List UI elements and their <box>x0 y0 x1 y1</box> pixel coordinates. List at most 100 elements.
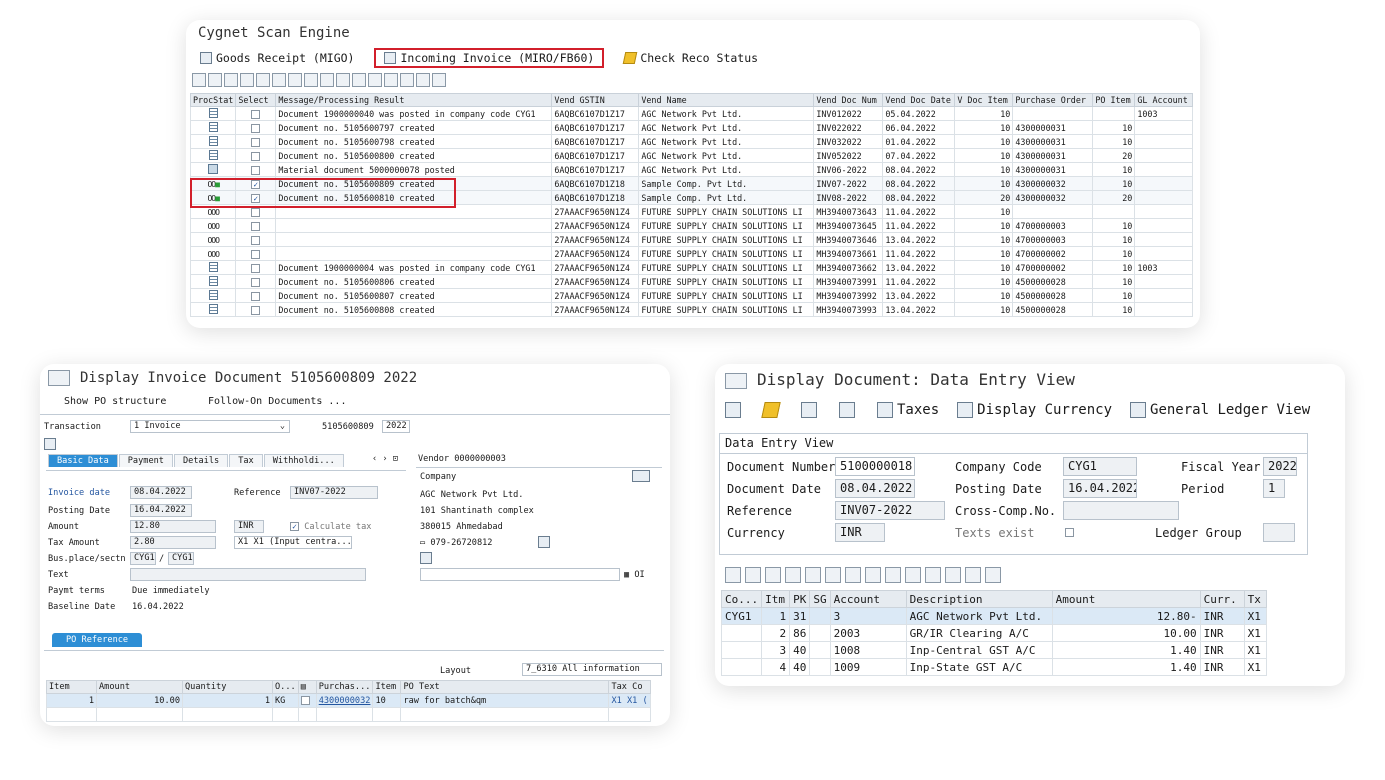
period-field[interactable]: 1 <box>1263 479 1285 498</box>
col-purchase-order[interactable]: Purchase Order <box>1012 93 1094 107</box>
posting-date-field[interactable]: 16.04.2022 <box>130 504 192 517</box>
bank-icon[interactable] <box>420 552 432 564</box>
select-checkbox[interactable] <box>251 165 261 175</box>
table-row[interactable]: 4 40 1009 Inp-State GST A/C 1.40 INR X1 <box>720 658 1267 676</box>
tab-basic-data[interactable]: Basic Data <box>48 454 118 467</box>
select-checkbox[interactable] <box>251 305 261 315</box>
tab-po-reference[interactable]: PO Reference <box>52 633 143 647</box>
document-icon[interactable] <box>208 149 218 160</box>
select-checkbox[interactable] <box>251 291 261 301</box>
document-icon[interactable] <box>208 121 218 132</box>
table-row[interactable]: OOO 27AAACF9650N1Z4 FUTURE SUPPLY CHAIN SO… <box>189 246 1194 261</box>
sum-icon[interactable] <box>845 567 861 583</box>
select-checkbox[interactable] <box>251 207 261 217</box>
export-icon[interactable] <box>925 567 941 583</box>
sort-asc-icon[interactable] <box>256 73 270 87</box>
print-icon[interactable] <box>368 73 382 87</box>
document-number-field[interactable]: 5100000018 <box>835 457 915 476</box>
col-amount[interactable]: Amount <box>1051 590 1201 608</box>
select-checkbox[interactable] <box>251 235 261 245</box>
po-link[interactable]: 4300000032 <box>315 693 374 708</box>
document-icon[interactable] <box>208 303 218 314</box>
table-row[interactable]: CYG1 1 31 3 AGC Network Pvt Ltd. 12.80- INR X1 <box>720 607 1267 625</box>
document-icon[interactable] <box>208 135 218 146</box>
table-row[interactable]: Document no. 5105600800 created 6AQBC6107… <box>189 148 1194 163</box>
col-vend-doc-num[interactable]: Vend Doc Num <box>813 93 884 107</box>
col-gstin[interactable]: Vend GSTIN <box>551 93 640 107</box>
select-checkbox[interactable] <box>251 123 261 133</box>
document-date-field[interactable]: 08.04.2022 <box>835 479 915 498</box>
posting-date-field[interactable]: 16.04.2022 <box>1063 479 1137 498</box>
section-field[interactable]: CYG1 <box>168 552 194 565</box>
col-tax-code[interactable]: Tax Co <box>608 680 651 694</box>
layout-select[interactable]: 7_6310 All information <box>522 663 662 676</box>
view-icon[interactable] <box>384 73 398 87</box>
check-icon[interactable] <box>725 567 741 583</box>
glasses-icon[interactable] <box>725 402 741 418</box>
find-next-icon[interactable] <box>304 73 318 87</box>
col-procstat[interactable]: ProcStat <box>189 93 237 107</box>
tab-tax[interactable]: Tax <box>229 454 263 467</box>
find-icon[interactable] <box>785 567 801 583</box>
select-checkbox[interactable] <box>251 109 261 119</box>
sort-desc-icon[interactable] <box>272 73 286 87</box>
busplace-field[interactable]: CYG1 <box>130 552 156 565</box>
table-row[interactable]: OOO 27AAACF9650N1Z4 FUTURE SUPPLY CHAIN SO… <box>189 218 1194 233</box>
show-po-structure-button[interactable]: Show PO structure <box>64 396 166 407</box>
layout-icon[interactable] <box>416 73 430 87</box>
filter-icon[interactable] <box>825 567 841 583</box>
currency-field[interactable]: INR <box>835 523 885 542</box>
select-checkbox[interactable] <box>251 249 261 259</box>
display-currency-button[interactable]: Display Currency <box>957 402 1112 418</box>
select-checkbox[interactable] <box>251 221 261 231</box>
col-pk[interactable]: PK <box>789 590 811 608</box>
layout-icon[interactable] <box>945 567 961 583</box>
col-quantity[interactable]: Quantity <box>182 680 273 694</box>
document-icon[interactable] <box>208 275 218 286</box>
hold-icon[interactable] <box>44 438 56 450</box>
table-row[interactable]: Document no. 5105600806 created 27AAACF96… <box>189 274 1194 289</box>
check-icon[interactable] <box>224 73 238 87</box>
graphic-icon[interactable] <box>432 73 446 87</box>
table-row[interactable]: 3 40 1008 Inp-Central GST A/C 1.40 INR X1 <box>720 641 1267 659</box>
col-select[interactable]: ▤ <box>297 680 317 694</box>
table-row[interactable]: Material document 5000000078 posted 6AQBC… <box>189 162 1194 177</box>
texts-exist-checkbox[interactable] <box>1065 528 1074 537</box>
find-next-icon[interactable] <box>805 567 821 583</box>
find-icon[interactable] <box>288 73 302 87</box>
check-reco-status-button[interactable]: Check Reco Status <box>620 49 762 67</box>
material-doc-icon[interactable] <box>208 163 219 174</box>
currency-field[interactable]: INR <box>234 520 264 533</box>
reference-field[interactable]: INV07-2022 <box>290 486 378 499</box>
col-po-text[interactable]: PO Text <box>400 680 610 694</box>
text-field[interactable] <box>130 568 366 581</box>
col-description[interactable]: Description <box>905 590 1053 608</box>
col-po-item[interactable]: PO Item <box>1092 93 1136 107</box>
oi-button[interactable]: ▦ OI <box>624 570 645 580</box>
incoming-invoice-button[interactable]: Incoming Invoice (MIRO/FB60) <box>374 48 605 68</box>
col-vend-name[interactable]: Vend Name <box>638 93 815 107</box>
general-ledger-view-button[interactable]: General Ledger View <box>1130 402 1310 418</box>
table-row[interactable]: Document 1900000040 was posted in compan… <box>189 106 1194 121</box>
contact-icon[interactable] <box>538 536 550 548</box>
cross-comp-field[interactable] <box>1063 501 1179 520</box>
ledger-group-field[interactable] <box>1263 523 1295 542</box>
col-select[interactable]: Select <box>235 93 277 107</box>
col-order-unit[interactable]: O... <box>272 680 299 694</box>
details2-icon[interactable] <box>208 73 222 87</box>
table-row[interactable]: 2 86 2003 GR/IR Clearing A/C 10.00 INR X1 <box>720 624 1267 642</box>
select-cell[interactable] <box>297 693 317 708</box>
menu-icon[interactable] <box>48 370 70 386</box>
col-message[interactable]: Message/Processing Result <box>275 93 553 107</box>
overview-icon[interactable] <box>801 402 817 418</box>
table-row[interactable]: OOO 27AAACF9650N1Z4 FUTURE SUPPLY CHAIN SO… <box>189 232 1194 247</box>
tax-code-select[interactable]: X1 X1 (Input centra... <box>234 536 352 549</box>
details-icon[interactable] <box>192 73 206 87</box>
vendor-extra-field[interactable] <box>420 568 620 581</box>
taxes-button[interactable]: Taxes <box>877 402 939 418</box>
fiscal-year-field[interactable]: 2022 <box>1263 457 1297 476</box>
col-sg[interactable]: SG <box>809 590 831 608</box>
col-vend-doc-date[interactable]: Vend Doc Date <box>882 93 956 107</box>
col-item[interactable]: Itm <box>761 590 791 608</box>
tab-details[interactable]: Details <box>173 454 229 467</box>
